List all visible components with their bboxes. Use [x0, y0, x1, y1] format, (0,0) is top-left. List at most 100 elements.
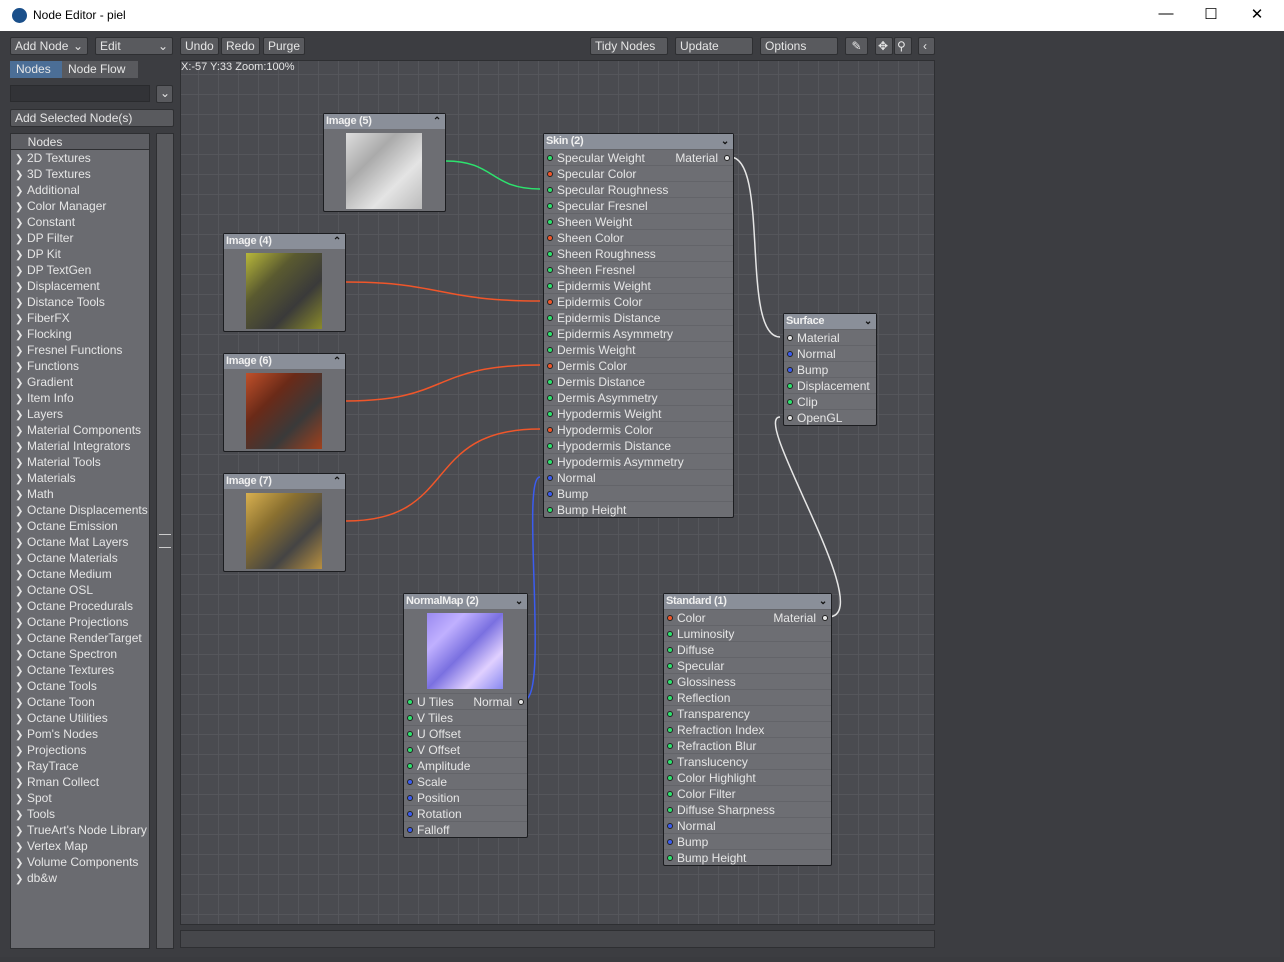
port-dot[interactable] — [667, 791, 673, 797]
port-dot[interactable] — [667, 855, 673, 861]
input-port-row[interactable]: Diffuse Sharpness — [664, 801, 831, 817]
input-port-row[interactable]: OpenGL — [784, 409, 876, 425]
input-port-row[interactable]: Bump — [664, 833, 831, 849]
input-port-row[interactable]: Sheen Weight — [544, 213, 733, 229]
port-dot[interactable] — [547, 491, 553, 497]
input-port-row[interactable]: Bump Height — [544, 501, 733, 517]
port-dot[interactable] — [547, 283, 553, 289]
port-dot[interactable] — [547, 443, 553, 449]
port-dot[interactable] — [547, 219, 553, 225]
port-dot[interactable] — [547, 347, 553, 353]
port-dot[interactable] — [667, 615, 673, 621]
chevron-up-icon[interactable]: ⌃ — [333, 354, 341, 369]
output-port-dot[interactable] — [724, 155, 730, 161]
input-port-row[interactable]: U Offset — [404, 725, 527, 741]
input-port-row[interactable]: Epidermis Weight — [544, 277, 733, 293]
port-dot[interactable] — [547, 363, 553, 369]
input-port-row[interactable]: Hypodermis Color — [544, 421, 733, 437]
input-port-row[interactable]: Sheen Roughness — [544, 245, 733, 261]
skin-node[interactable]: Skin (2) ⌄ Specular Weight Material Specula… — [543, 133, 734, 518]
image-node-7[interactable]: Image (7) ⌃ — [223, 473, 346, 572]
input-port-row[interactable]: Normal — [784, 345, 876, 361]
port-dot[interactable] — [547, 475, 553, 481]
input-port-row[interactable]: Luminosity — [664, 625, 831, 641]
port-dot[interactable] — [407, 811, 413, 817]
port-dot[interactable] — [547, 235, 553, 241]
port-dot[interactable] — [547, 315, 553, 321]
port-dot[interactable] — [547, 203, 553, 209]
port-dot[interactable] — [667, 743, 673, 749]
port-dot[interactable] — [787, 415, 793, 421]
input-port-row[interactable]: Reflection — [664, 689, 831, 705]
port-dot[interactable] — [667, 759, 673, 765]
port-dot[interactable] — [547, 507, 553, 513]
input-port-row[interactable]: Scale — [404, 773, 527, 789]
port-dot[interactable] — [407, 731, 413, 737]
input-port-row[interactable]: Falloff — [404, 821, 527, 837]
input-port-row[interactable]: Epidermis Color — [544, 293, 733, 309]
port-dot[interactable] — [667, 631, 673, 637]
chevron-down-icon[interactable]: ⌄ — [515, 594, 523, 609]
input-port-row[interactable]: Position — [404, 789, 527, 805]
input-port-row[interactable]: Specular Roughness — [544, 181, 733, 197]
input-port-row[interactable]: Transparency — [664, 705, 831, 721]
input-port-row[interactable]: Material — [784, 329, 876, 345]
standard-node[interactable]: Standard (1) ⌄ Color Material Luminosity Dif… — [663, 593, 832, 866]
input-port-row[interactable]: Dermis Weight — [544, 341, 733, 357]
port-dot[interactable] — [547, 171, 553, 177]
input-port-row[interactable]: Sheen Fresnel — [544, 261, 733, 277]
chevron-up-icon[interactable]: ⌃ — [433, 114, 441, 129]
input-port-row[interactable]: Epidermis Asymmetry — [544, 325, 733, 341]
port-dot[interactable] — [547, 299, 553, 305]
input-port-row[interactable]: Hypodermis Asymmetry — [544, 453, 733, 469]
port-dot[interactable] — [667, 727, 673, 733]
chevron-down-icon[interactable]: ⌄ — [864, 314, 872, 329]
port-dot[interactable] — [667, 775, 673, 781]
input-port-row[interactable]: Normal — [664, 817, 831, 833]
input-port-row[interactable]: V Offset — [404, 741, 527, 757]
port-dot[interactable] — [667, 647, 673, 653]
chevron-down-icon[interactable]: ⌄ — [819, 594, 827, 609]
input-port-row[interactable]: Hypodermis Distance — [544, 437, 733, 453]
input-port-row[interactable]: Epidermis Distance — [544, 309, 733, 325]
input-port-row[interactable]: Sheen Color — [544, 229, 733, 245]
input-port-row[interactable]: V Tiles — [404, 709, 527, 725]
port-dot[interactable] — [407, 699, 413, 705]
port-dot[interactable] — [787, 383, 793, 389]
port-dot[interactable] — [547, 331, 553, 337]
image-node-6[interactable]: Image (6) ⌃ — [223, 353, 346, 452]
port-dot[interactable] — [547, 379, 553, 385]
input-port-row[interactable]: Bump — [544, 485, 733, 501]
port-dot[interactable] — [667, 679, 673, 685]
input-port-row[interactable]: Color Material — [664, 609, 831, 625]
input-port-row[interactable]: Refraction Index — [664, 721, 831, 737]
input-port-row[interactable]: Color Filter — [664, 785, 831, 801]
image-node-4[interactable]: Image (4) ⌃ — [223, 233, 346, 332]
port-dot[interactable] — [667, 711, 673, 717]
input-port-row[interactable]: Dermis Color — [544, 357, 733, 373]
input-port-row[interactable]: Amplitude — [404, 757, 527, 773]
input-port-row[interactable]: Dermis Asymmetry — [544, 389, 733, 405]
port-dot[interactable] — [407, 779, 413, 785]
input-port-row[interactable]: Bump Height — [664, 849, 831, 865]
chevron-up-icon[interactable]: ⌃ — [333, 234, 341, 249]
port-dot[interactable] — [547, 155, 553, 161]
input-port-row[interactable]: Dermis Distance — [544, 373, 733, 389]
port-dot[interactable] — [547, 411, 553, 417]
input-port-row[interactable]: Refraction Blur — [664, 737, 831, 753]
port-dot[interactable] — [667, 695, 673, 701]
port-dot[interactable] — [787, 335, 793, 341]
port-dot[interactable] — [667, 839, 673, 845]
input-port-row[interactable]: Bump — [784, 361, 876, 377]
output-port-dot[interactable] — [822, 615, 828, 621]
port-dot[interactable] — [547, 459, 553, 465]
port-dot[interactable] — [547, 395, 553, 401]
input-port-row[interactable]: Hypodermis Weight — [544, 405, 733, 421]
port-dot[interactable] — [667, 807, 673, 813]
chevron-down-icon[interactable]: ⌄ — [721, 134, 729, 149]
input-port-row[interactable]: Specular — [664, 657, 831, 673]
port-dot[interactable] — [667, 663, 673, 669]
input-port-row[interactable]: Translucency — [664, 753, 831, 769]
input-port-row[interactable]: Specular Weight Material — [544, 149, 733, 165]
input-port-row[interactable]: Diffuse — [664, 641, 831, 657]
